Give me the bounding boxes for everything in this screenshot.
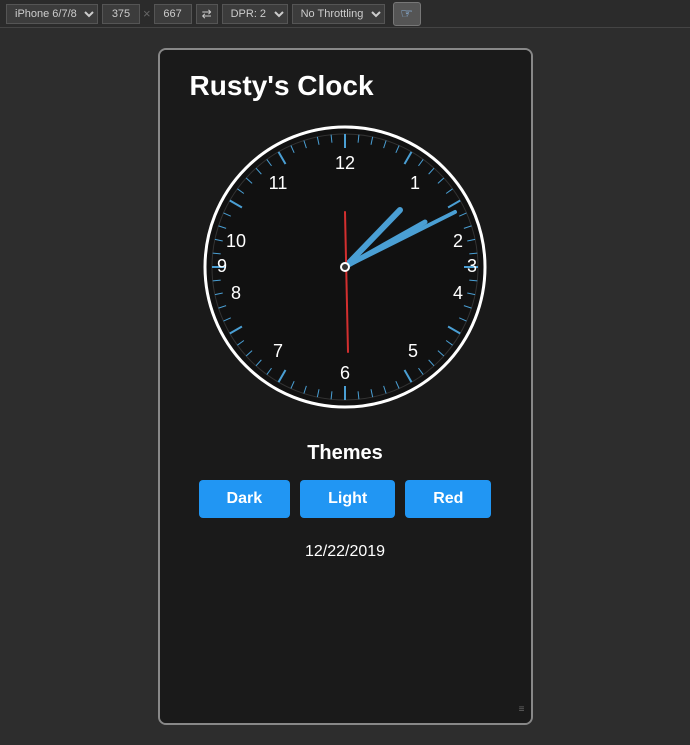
main-area: Rusty's Clock [0, 28, 690, 745]
app-content: Rusty's Clock [160, 50, 531, 723]
svg-text:11: 11 [269, 173, 288, 193]
scroll-indicator: ≡ [519, 704, 525, 715]
themes-label: Themes [307, 442, 383, 465]
dpr-select[interactable]: DPR: 2 [222, 4, 288, 24]
svg-text:10: 10 [226, 231, 246, 251]
svg-text:6: 6 [340, 363, 350, 383]
app-title: Rusty's Clock [170, 70, 374, 102]
phone-frame: Rusty's Clock [158, 48, 533, 725]
clock-svg: 12 1 2 3 4 5 6 7 8 9 10 11 [200, 122, 490, 412]
svg-text:4: 4 [453, 283, 463, 303]
touch-toggle-button[interactable]: ☞ [393, 2, 421, 26]
theme-buttons-container: Dark Light Red [199, 480, 492, 518]
red-theme-button[interactable]: Red [405, 480, 491, 518]
svg-text:12: 12 [335, 153, 355, 173]
svg-text:8: 8 [231, 283, 241, 303]
device-toolbar: iPhone 6/7/8 375 × 667 ⇄ DPR: 2 No Throt… [0, 0, 690, 28]
date-display: 12/22/2019 [305, 543, 385, 561]
svg-text:2: 2 [453, 231, 463, 251]
light-theme-button[interactable]: Light [300, 480, 395, 518]
svg-text:1: 1 [410, 173, 420, 193]
svg-text:3: 3 [467, 256, 477, 276]
dark-theme-button[interactable]: Dark [199, 480, 291, 518]
clock-container: 12 1 2 3 4 5 6 7 8 9 10 11 [200, 122, 490, 412]
rotate-icon[interactable]: ⇄ [196, 4, 218, 24]
svg-text:5: 5 [408, 341, 418, 361]
device-select[interactable]: iPhone 6/7/8 [6, 4, 98, 24]
svg-text:7: 7 [273, 341, 283, 361]
width-input[interactable]: 375 [102, 4, 140, 24]
height-input[interactable]: 667 [154, 4, 192, 24]
dimension-inputs: 375 × 667 [102, 4, 192, 24]
throttle-select[interactable]: No Throttling [292, 4, 385, 24]
dimension-separator: × [142, 6, 152, 21]
svg-text:9: 9 [217, 256, 227, 276]
